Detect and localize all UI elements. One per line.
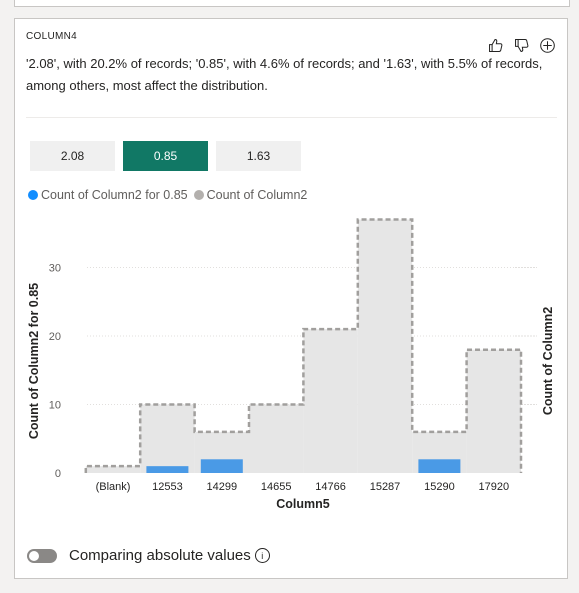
thumbs-up-icon[interactable] xyxy=(485,35,505,55)
chart-legend: Count of Column2 for 0.85 Count of Colum… xyxy=(28,188,313,202)
insight-description: '2.08', with 20.2% of records; '0.85', w… xyxy=(26,56,543,93)
legend-label-filtered: Count of Column2 for 0.85 xyxy=(41,188,188,202)
x-tick-label: 15290 xyxy=(424,481,455,493)
insight-card: COLUMN4 '2.08', with 20.2% of records; '… xyxy=(14,18,568,579)
x-tick-label: 17920 xyxy=(479,481,510,493)
segment-1-63[interactable]: 1.63 xyxy=(216,141,301,171)
y-tick-label: 30 xyxy=(49,263,61,275)
x-tick-label: 12553 xyxy=(152,481,183,493)
legend-dot-total xyxy=(193,190,204,200)
legend-dot-filtered xyxy=(28,190,38,200)
y-tick-label: 10 xyxy=(49,400,61,412)
x-tick-label: 14299 xyxy=(207,481,238,493)
x-axis-title: Column5 xyxy=(276,497,330,511)
x-tick-label: 15287 xyxy=(370,481,401,493)
total-bar xyxy=(140,404,195,473)
legend-item-total: Count of Column2 xyxy=(193,188,308,202)
total-bar xyxy=(357,219,413,473)
legend-item-filtered: Count of Column2 for 0.85 xyxy=(28,188,188,202)
distribution-chart: 0 10 20 30 (Blank) 12553 14299 14655 14766 15287 1… xyxy=(27,218,555,511)
segment-2-08[interactable]: 2.08 xyxy=(30,141,115,171)
value-selector: 2.08 0.85 1.63 xyxy=(30,141,301,171)
comparison-toggle[interactable] xyxy=(27,548,57,563)
x-tick-label: (Blank) xyxy=(96,481,131,493)
add-circle-icon[interactable] xyxy=(537,35,557,55)
divider xyxy=(26,117,557,118)
x-tick-label: 14655 xyxy=(261,481,292,493)
x-tick-label: 14766 xyxy=(315,481,346,493)
y-tick-label: 0 xyxy=(55,468,61,480)
y-tick-label: 20 xyxy=(49,331,61,343)
previous-card-edge xyxy=(14,0,570,7)
total-bar xyxy=(249,404,304,473)
info-icon[interactable]: i xyxy=(254,548,270,563)
comparison-toggle-row: Comparing absolute values i xyxy=(27,547,270,564)
total-bar xyxy=(303,329,358,473)
legend-label-total: Count of Column2 xyxy=(206,188,308,202)
thumbs-down-icon[interactable] xyxy=(511,35,531,55)
toggle-label: Comparing absolute values xyxy=(69,547,251,564)
segment-0-85[interactable]: 0.85 xyxy=(123,141,208,171)
filtered-bar xyxy=(418,459,461,473)
toggle-knob xyxy=(29,550,39,561)
filtered-bar xyxy=(200,459,243,473)
y-axis-title-right: Count of Column2 xyxy=(541,307,555,415)
card-title: COLUMN4 xyxy=(26,31,77,42)
y-axis-title: Count of Column2 for 0.85 xyxy=(27,283,41,439)
filtered-bar xyxy=(146,466,189,473)
total-bar xyxy=(466,349,521,473)
card-actions xyxy=(485,35,557,55)
